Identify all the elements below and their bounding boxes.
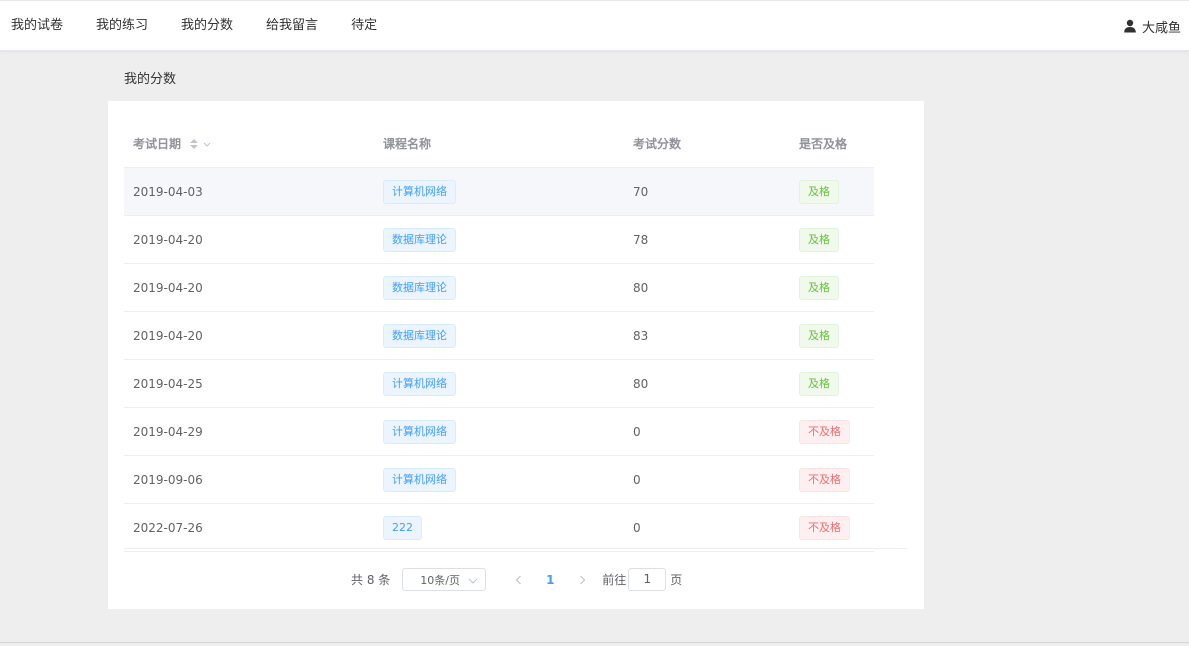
course-tag: 计算机网络 bbox=[383, 371, 456, 396]
exam-date-cell: 2019-04-25 bbox=[124, 359, 374, 408]
table-row[interactable]: 2019-04-25 计算机网络 80 及格 bbox=[124, 359, 874, 408]
footer-divider bbox=[0, 642, 1189, 643]
status-cell: 不及格 bbox=[790, 503, 874, 552]
goto-label: 前往 bbox=[602, 573, 627, 587]
table-row[interactable]: 2022-07-26 222 0 不及格 bbox=[124, 503, 874, 552]
chevron-down-icon bbox=[468, 575, 478, 588]
table-row[interactable]: 2019-09-06 计算机网络 0 不及格 bbox=[124, 455, 874, 504]
score-cell: 0 bbox=[624, 503, 790, 552]
status-cell: 不及格 bbox=[790, 407, 874, 456]
goto-suffix: 页 bbox=[670, 573, 683, 587]
page-size-value: 10条/页 bbox=[420, 573, 460, 587]
status-badge: 及格 bbox=[799, 275, 839, 300]
course-tag: 222 bbox=[383, 515, 422, 540]
nav-item-my-scores[interactable]: 我的分数 bbox=[164, 1, 249, 51]
course-tag: 数据库理论 bbox=[383, 275, 456, 300]
exam-date-cell: 2019-04-03 bbox=[124, 167, 374, 216]
main-nav: 我的试卷 我的练习 我的分数 给我留言 待定 bbox=[0, 1, 393, 51]
column-header-exam-date[interactable]: 考试日期 bbox=[124, 119, 374, 168]
chevron-left-icon bbox=[515, 575, 521, 584]
score-cell: 80 bbox=[624, 263, 790, 312]
course-tag: 计算机网络 bbox=[383, 419, 456, 444]
course-tag: 数据库理论 bbox=[383, 227, 456, 252]
status-cell: 及格 bbox=[790, 215, 874, 264]
nav-item-my-papers[interactable]: 我的试卷 bbox=[0, 1, 79, 51]
score-cell: 70 bbox=[624, 167, 790, 216]
exam-date-cell: 2019-04-20 bbox=[124, 311, 374, 360]
column-header-score: 考试分数 bbox=[624, 119, 790, 168]
exam-date-cell: 2019-04-20 bbox=[124, 215, 374, 264]
status-cell: 及格 bbox=[790, 263, 874, 312]
course-tag: 计算机网络 bbox=[383, 467, 456, 492]
status-badge: 及格 bbox=[799, 323, 839, 348]
course-cell: 数据库理论 bbox=[374, 263, 624, 312]
status-badge: 不及格 bbox=[799, 515, 850, 540]
status-cell: 及格 bbox=[790, 167, 874, 216]
nav-item-tbd[interactable]: 待定 bbox=[334, 1, 393, 51]
column-header-pass-status: 是否及格 bbox=[790, 119, 874, 168]
table-row[interactable]: 2019-04-20 数据库理论 83 及格 bbox=[124, 311, 874, 360]
score-cell: 0 bbox=[624, 407, 790, 456]
next-page-button[interactable] bbox=[566, 568, 598, 591]
goto-page-input[interactable]: 1 bbox=[628, 568, 667, 591]
course-cell: 计算机网络 bbox=[374, 359, 624, 408]
exam-date-cell: 2019-09-06 bbox=[124, 455, 374, 504]
page-title: 我的分数 bbox=[124, 72, 177, 87]
table-row[interactable]: 2019-04-20 数据库理论 78 及格 bbox=[124, 215, 874, 264]
table-row[interactable]: 2019-04-03 计算机网络 70 及格 bbox=[124, 167, 874, 216]
divider bbox=[124, 548, 908, 549]
course-tag: 计算机网络 bbox=[383, 179, 456, 204]
course-cell: 计算机网络 bbox=[374, 455, 624, 504]
pagination-total: 共 8 条 bbox=[351, 573, 391, 587]
column-header-course-name: 课程名称 bbox=[374, 119, 624, 168]
user-icon bbox=[1123, 19, 1137, 33]
scores-table: 考试日期 课程名称 考试分数 是否及格 2019-04-03 计算机网络 70 … bbox=[124, 119, 874, 552]
user-menu[interactable]: 大咸鱼 bbox=[1123, 1, 1181, 51]
exam-date-cell: 2022-07-26 bbox=[124, 503, 374, 552]
table-row[interactable]: 2019-04-20 数据库理论 80 及格 bbox=[124, 263, 874, 312]
nav-item-leave-message[interactable]: 给我留言 bbox=[249, 1, 334, 51]
course-cell: 数据库理论 bbox=[374, 215, 624, 264]
course-cell: 222 bbox=[374, 503, 624, 552]
score-cell: 0 bbox=[624, 455, 790, 504]
sort-icons[interactable] bbox=[190, 137, 211, 151]
chevron-down-icon[interactable] bbox=[203, 137, 211, 151]
status-cell: 不及格 bbox=[790, 455, 874, 504]
page-size-select[interactable]: 10条/页 bbox=[402, 568, 487, 591]
prev-page-button[interactable] bbox=[502, 568, 534, 591]
course-cell: 计算机网络 bbox=[374, 407, 624, 456]
status-badge: 不及格 bbox=[799, 467, 850, 492]
exam-date-cell: 2019-04-29 bbox=[124, 407, 374, 456]
status-badge: 及格 bbox=[799, 179, 839, 204]
status-badge: 及格 bbox=[799, 227, 839, 252]
user-name: 大咸鱼 bbox=[1141, 20, 1181, 36]
exam-date-cell: 2019-04-20 bbox=[124, 263, 374, 312]
table-row[interactable]: 2019-04-29 计算机网络 0 不及格 bbox=[124, 407, 874, 456]
status-cell: 及格 bbox=[790, 359, 874, 408]
course-tag: 数据库理论 bbox=[383, 323, 456, 348]
pagination: 共 8 条 10条/页 1 前往 1 页 bbox=[351, 568, 682, 591]
course-cell: 数据库理论 bbox=[374, 311, 624, 360]
status-badge: 不及格 bbox=[799, 419, 850, 444]
course-cell: 计算机网络 bbox=[374, 167, 624, 216]
scores-card: 考试日期 课程名称 考试分数 是否及格 2019-04-03 计算机网络 70 … bbox=[108, 101, 924, 609]
status-badge: 及格 bbox=[799, 371, 839, 396]
score-cell: 78 bbox=[624, 215, 790, 264]
top-navbar: 我的试卷 我的练习 我的分数 给我留言 待定 大咸鱼 bbox=[0, 0, 1189, 51]
sort-caret-icon[interactable] bbox=[190, 139, 199, 149]
nav-item-my-practice[interactable]: 我的练习 bbox=[79, 1, 164, 51]
score-cell: 80 bbox=[624, 359, 790, 408]
table-header-row: 考试日期 课程名称 考试分数 是否及格 bbox=[124, 119, 874, 168]
status-cell: 及格 bbox=[790, 311, 874, 360]
page-number-current[interactable]: 1 bbox=[534, 573, 566, 587]
score-cell: 83 bbox=[624, 311, 790, 360]
chevron-right-icon bbox=[579, 575, 586, 584]
